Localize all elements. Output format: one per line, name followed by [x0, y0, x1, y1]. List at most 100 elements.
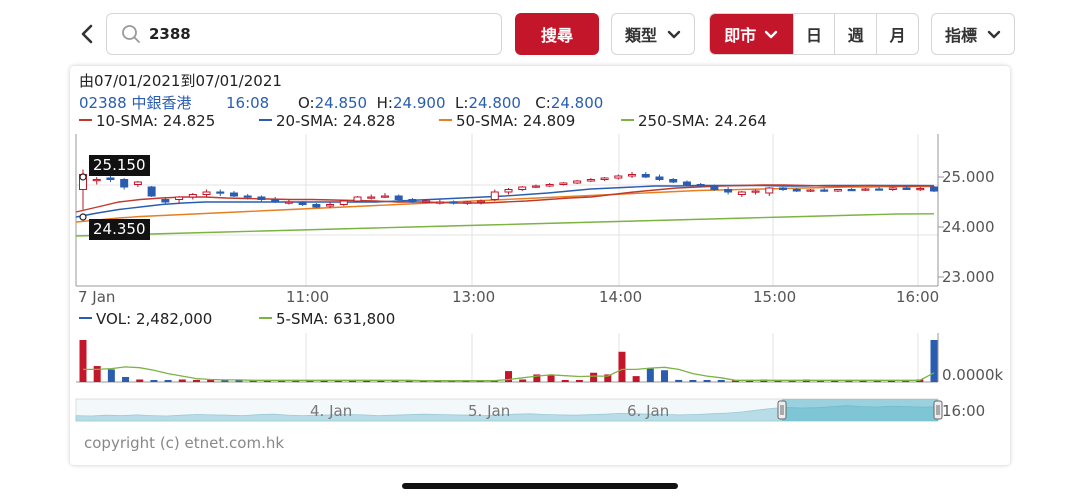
x-tick-label: 11:00 [286, 288, 330, 306]
candle-body [847, 189, 856, 192]
candle-body [806, 189, 815, 192]
volume-bar [150, 380, 158, 382]
candle-body [833, 189, 842, 192]
x-tick-label: 13:00 [452, 288, 496, 306]
navigator-label: 5. Jan [468, 402, 511, 420]
candle-body [312, 204, 321, 208]
candle-body [353, 196, 362, 202]
candle-body [120, 179, 129, 188]
candles [79, 169, 938, 210]
volume-bar [930, 340, 938, 382]
volume-bar [675, 379, 683, 382]
candle-body [380, 195, 389, 198]
volume-bar [136, 379, 144, 382]
volume-bars [79, 340, 938, 382]
volume-bar [632, 376, 640, 382]
volume-bar [519, 379, 527, 382]
volume-bar [207, 380, 215, 382]
navigator-left-handle[interactable] [777, 400, 787, 420]
candle-body [669, 179, 678, 183]
legend-volume-sma: 5-SMA: 631,800 [259, 310, 395, 328]
x-tick-label: 15:00 [753, 288, 797, 306]
volume-bar [122, 376, 130, 382]
candle-body [422, 200, 431, 203]
volume-axis-label: 0.0000k [942, 366, 1004, 384]
candle-body [710, 185, 719, 190]
volume-bar [590, 372, 598, 382]
y-tick-label: 25.000 [942, 168, 995, 186]
candle-body [367, 196, 376, 199]
volume-bar [178, 379, 186, 382]
candle-body [133, 181, 142, 185]
volume-bar [717, 380, 725, 382]
x-tick-label: 14:00 [599, 288, 643, 306]
candle-body [175, 196, 184, 200]
x-tick-label: 16:00 [896, 288, 940, 306]
volume-bar [703, 380, 711, 382]
candle-body [202, 191, 211, 195]
candle-body [271, 199, 280, 203]
high-marker-icon [79, 173, 87, 181]
candle-body [765, 187, 774, 194]
candle-body [724, 189, 733, 193]
candle-body [820, 189, 829, 192]
candle-body [586, 179, 595, 182]
navigator-label: 16:00 [942, 402, 986, 420]
candle-body [573, 180, 582, 184]
candle-body [628, 174, 637, 177]
candle-body [477, 200, 486, 203]
candle-body [751, 190, 760, 193]
candle-body [696, 184, 705, 187]
candle-body [92, 179, 101, 182]
low-price-label: 24.350 [89, 219, 150, 240]
copyright-text: copyright (c) etnet.com.hk [84, 434, 285, 452]
candle-body [339, 200, 348, 205]
volume-bar [93, 366, 101, 382]
candle-body [161, 199, 170, 203]
candle-body [531, 185, 540, 188]
candle-body [916, 188, 925, 191]
y-tick-label: 24.000 [942, 218, 995, 236]
candle-body [147, 186, 156, 197]
low-marker-icon [79, 213, 87, 221]
navigator-label: 4. Jan [310, 402, 353, 420]
volume-bar [192, 379, 200, 382]
candle-body [229, 192, 238, 197]
volume-bar [575, 380, 583, 382]
volume-bar [661, 370, 669, 382]
legend-volume: VOL: 2,482,000 [79, 310, 212, 328]
navigator-label: 6. Jan [627, 402, 670, 420]
volume-bar [618, 351, 626, 382]
candle-body [930, 186, 938, 192]
home-indicator[interactable] [402, 483, 678, 489]
sma-250-line [75, 213, 935, 237]
y-tick-label: 23.000 [942, 268, 995, 286]
candle-body [435, 201, 444, 204]
navigator-right-handle[interactable] [933, 400, 943, 420]
candle-body [641, 174, 650, 178]
candle-body [779, 187, 788, 190]
candle-body [408, 199, 417, 203]
candle-body [875, 188, 884, 191]
candle-body [861, 188, 870, 191]
candle-body [902, 187, 911, 190]
candle-body [682, 181, 691, 185]
navigator-selection[interactable] [782, 399, 938, 421]
candle-body [600, 177, 609, 180]
candle-body [559, 182, 568, 185]
candle-body [888, 187, 897, 190]
volume-bar [561, 380, 569, 382]
volume-bar [505, 371, 512, 382]
price-chart[interactable] [0, 0, 1080, 499]
volume-bar [689, 380, 697, 382]
candle-body [216, 191, 225, 194]
volume-bar [164, 380, 172, 382]
candle-body [257, 196, 266, 200]
volume-bar [646, 368, 654, 382]
candle-body [792, 189, 801, 192]
candle-body [614, 175, 623, 179]
x-tick-label: 7 Jan [78, 288, 116, 306]
candle-body [504, 189, 513, 193]
candle-body [243, 195, 252, 198]
candle-body [188, 194, 197, 198]
